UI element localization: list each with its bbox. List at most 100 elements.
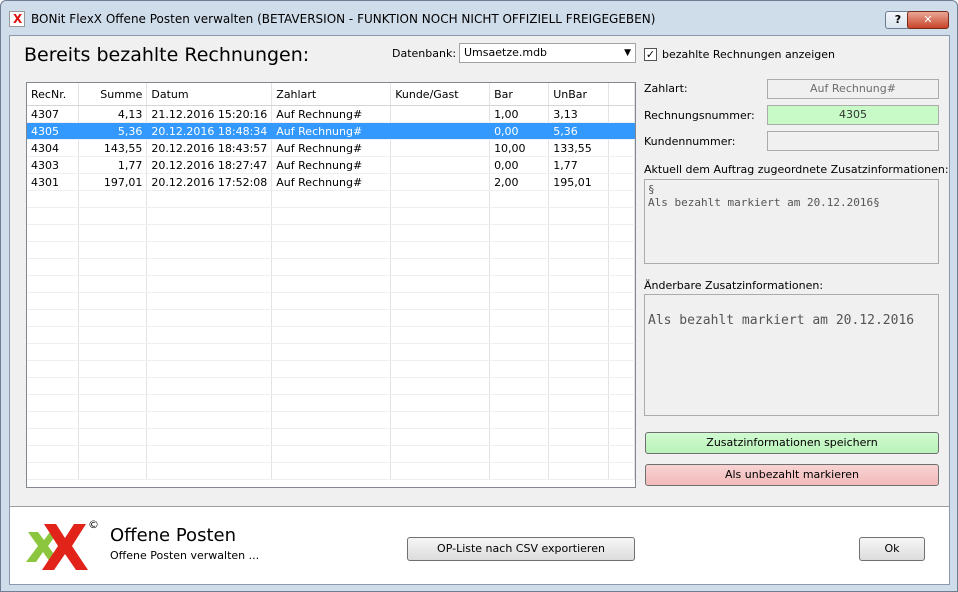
- table-row[interactable]: [27, 292, 635, 310]
- table-cell: [78, 207, 148, 225]
- table-cell: [78, 326, 148, 344]
- column-header[interactable]: Zahlart: [271, 83, 392, 106]
- table-cell: [271, 360, 392, 378]
- table-cell: [608, 377, 635, 395]
- table-row[interactable]: [27, 207, 635, 225]
- table-cell: [146, 275, 273, 293]
- table-row[interactable]: [27, 224, 635, 242]
- show-paid-checkbox[interactable]: ✓: [644, 48, 657, 61]
- table-cell: [390, 156, 491, 174]
- table-cell: 20.12.2016 18:43:57: [146, 139, 273, 157]
- table-cell: [27, 343, 80, 361]
- table-row[interactable]: [27, 411, 635, 429]
- ok-button[interactable]: Ok: [859, 537, 925, 561]
- table-cell: [608, 173, 635, 191]
- column-header[interactable]: Bar: [489, 83, 550, 106]
- save-info-button[interactable]: Zusatzinformationen speichern: [645, 432, 939, 454]
- table-row[interactable]: 4305 5,36 20.12.2016 18:48:34 Auf Rechnung#…: [27, 122, 635, 140]
- table-cell: 4304: [27, 139, 80, 157]
- table-cell: [390, 190, 491, 208]
- table-cell: 21.12.2016 15:20:16: [146, 105, 273, 123]
- editable-info-textarea[interactable]: Als bezahlt markiert am 20.12.2016: [644, 294, 939, 416]
- zahlart-field[interactable]: Auf Rechnung#: [767, 79, 939, 99]
- kundennummer-label: Kundennummer:: [644, 135, 736, 148]
- table-cell: [146, 428, 273, 446]
- column-header[interactable]: UnBar: [548, 83, 609, 106]
- table-row[interactable]: 4304 143,55 20.12.2016 18:43:57 Auf Rechnun…: [27, 139, 635, 157]
- table-cell: [390, 275, 491, 293]
- mark-unpaid-button[interactable]: Als unbezahlt markieren: [645, 464, 939, 486]
- table-cell: [27, 377, 80, 395]
- table-row[interactable]: 4303 1,77 20.12.2016 18:27:47 Auf Rechnung#…: [27, 156, 635, 174]
- table-cell: [146, 445, 273, 463]
- table-cell: [489, 258, 550, 276]
- table-cell: [548, 309, 609, 327]
- table-row[interactable]: [27, 326, 635, 344]
- title-bar[interactable]: X BONit FlexX Offene Posten verwalten (B…: [1, 1, 957, 35]
- table-cell: [390, 207, 491, 225]
- table-cell: [548, 360, 609, 378]
- show-paid-label[interactable]: bezahlte Rechnungen anzeigen: [662, 48, 835, 61]
- table-row[interactable]: [27, 428, 635, 446]
- table-row[interactable]: 4301 197,01 20.12.2016 17:52:08 Auf Rechnun…: [27, 173, 635, 191]
- table-cell: [271, 394, 392, 412]
- table-cell: [489, 428, 550, 446]
- table-cell: [146, 394, 273, 412]
- table-row[interactable]: [27, 309, 635, 327]
- window-title: BONit FlexX Offene Posten verwalten (BET…: [31, 12, 656, 26]
- table-row[interactable]: [27, 462, 635, 480]
- table-row[interactable]: [27, 377, 635, 395]
- table-row[interactable]: [27, 190, 635, 208]
- table-cell: [27, 190, 80, 208]
- table-cell: [608, 105, 635, 123]
- column-header[interactable]: Summe: [78, 83, 148, 106]
- kundennummer-field[interactable]: [767, 131, 939, 151]
- database-select[interactable]: Umsaetze.mdb ▼: [459, 43, 636, 63]
- table-cell: [489, 411, 550, 429]
- table-row[interactable]: [27, 343, 635, 361]
- table-cell: [146, 292, 273, 310]
- invoice-table[interactable]: RecNr. Summe Datum Zahlart Kunde/Gast Bar UnBa…: [26, 82, 636, 488]
- table-cell: [27, 275, 80, 293]
- close-button[interactable]: ✕: [907, 11, 949, 29]
- table-row[interactable]: [27, 258, 635, 276]
- export-csv-button[interactable]: OP-Liste nach CSV exportieren: [407, 537, 635, 561]
- rechnungsnummer-field[interactable]: 4305: [767, 105, 939, 125]
- table-cell: [27, 224, 80, 242]
- column-header[interactable]: Datum: [146, 83, 273, 106]
- table-row[interactable]: [27, 394, 635, 412]
- table-cell: [27, 411, 80, 429]
- table-cell: 4303: [27, 156, 80, 174]
- table-cell: [548, 275, 609, 293]
- table-cell: [548, 428, 609, 446]
- column-header[interactable]: RecNr.: [27, 83, 80, 106]
- table-cell: [146, 326, 273, 344]
- app-window: X BONit FlexX Offene Posten verwalten (B…: [0, 0, 958, 592]
- table-cell: [608, 224, 635, 242]
- table-cell: [27, 207, 80, 225]
- footer-panel: © Offene Posten Offene Posten verwalten …: [10, 508, 949, 584]
- table-cell: [608, 190, 635, 208]
- table-cell: [146, 241, 273, 259]
- table-row[interactable]: [27, 445, 635, 463]
- table-row[interactable]: 4307 4,13 21.12.2016 15:20:16 Auf Rechnung#…: [27, 105, 635, 123]
- table-cell: [608, 445, 635, 463]
- table-cell: 133,55: [548, 139, 609, 157]
- assigned-info-textarea[interactable]: § Als bezahlt markiert am 20.12.2016§: [644, 179, 939, 264]
- table-cell: 1,77: [548, 156, 609, 174]
- table-cell: [390, 105, 491, 123]
- table-cell: [548, 377, 609, 395]
- table-cell: [27, 292, 80, 310]
- table-cell: [78, 462, 148, 480]
- table-cell: [27, 428, 80, 446]
- table-cell: [271, 190, 392, 208]
- table-row[interactable]: [27, 241, 635, 259]
- column-header[interactable]: Kunde/Gast: [390, 83, 491, 106]
- table-cell: [78, 292, 148, 310]
- table-cell: [608, 343, 635, 361]
- table-cell: [27, 258, 80, 276]
- check-icon: ✓: [645, 48, 656, 61]
- table-row[interactable]: [27, 360, 635, 378]
- table-cell: [390, 360, 491, 378]
- table-row[interactable]: [27, 275, 635, 293]
